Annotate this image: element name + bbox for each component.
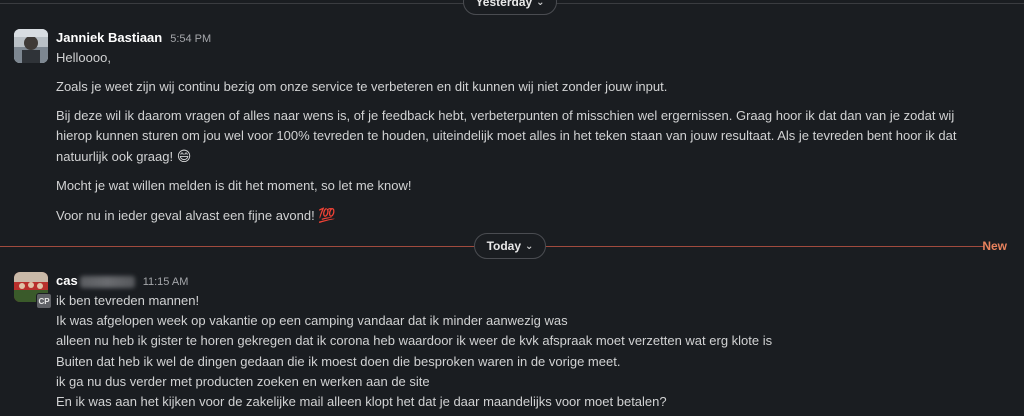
timestamp[interactable]: 5:54 PM [170,33,211,45]
chevron-down-icon: ⌄ [536,0,545,8]
message-text: alleen nu heb ik gister te horen gekrege… [56,333,773,349]
message-text: Zoals je weet zijn wij continu bezig om … [56,79,668,94]
yesterday-date-button[interactable]: Yesterday ⌄ [463,0,557,15]
redacted-surname [79,275,135,288]
message-text: Voor nu in ieder geval alvast een fijne … [56,208,319,223]
message-text: hierop kunnen sturen om jou wel voor 100… [56,128,957,143]
message-text: Bij deze wil ik daarom vragen of alles n… [56,108,955,123]
message-header: Janniek Bastiaan 5:54 PM [56,30,1010,48]
message-text-row: natuurlijk ook graag! 😄 [56,146,1010,167]
message-paragraph: Bij deze wil ik daarom vragen of alles n… [56,106,1010,167]
message-text: Mocht je wat willen melden is dit het mo… [56,178,412,193]
today-label: Today [486,239,522,253]
status-badge: CP [36,293,52,309]
message-text: Ik was afgelopen week op vakantie op een… [56,313,568,329]
message-text-row: Voor nu in ieder geval alvast een fijne … [56,205,1010,226]
grinning-face-emoji: 😄 [176,148,192,164]
message-body: Janniek Bastiaan 5:54 PM Helloooo, Zoals… [56,30,1010,226]
new-messages-label: New [982,239,1007,253]
message-text: natuurlijk ook graag! [56,149,177,164]
message-body: cas 11:15 AM ik ben tevreden mannen! Ik … [56,273,1010,412]
message-text: ik ben tevreden mannen! [56,293,200,308]
today-date-button[interactable]: Today ⌄ [474,233,546,259]
message-text: Buiten dat heb ik wel de dingen gedaan d… [56,353,621,369]
author-name[interactable]: cas [56,273,135,288]
message-text: Helloooo, [56,50,111,65]
chevron-down-icon: ⌄ [525,240,534,252]
author-name[interactable]: Janniek Bastiaan [56,30,162,45]
message-text: ik ga nu dus verder met producten zoeken… [56,373,430,389]
message-text: En ik was aan het kijken voor de zakelij… [56,394,667,410]
message-pane: Yesterday ⌄ Janniek Bastiaan 5:54 PM Hel… [0,0,1024,416]
yesterday-label: Yesterday [475,0,533,9]
hundred-points-emoji: 💯 [318,207,336,223]
message-header: cas 11:15 AM [56,273,1010,291]
avatar[interactable] [14,29,48,63]
timestamp[interactable]: 11:15 AM [143,276,189,288]
author-first-name: cas [56,273,78,288]
